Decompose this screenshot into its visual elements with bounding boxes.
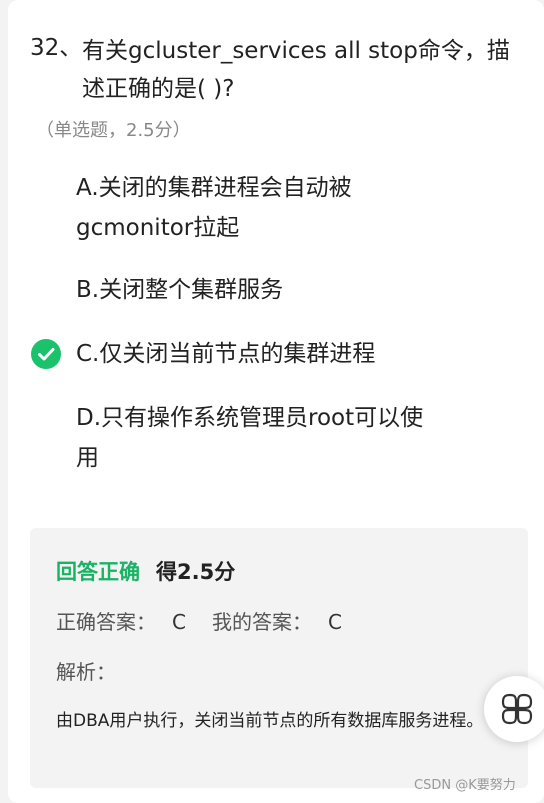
result-score: 得2.5分	[156, 560, 236, 584]
correct-answer-value: C	[172, 610, 186, 634]
my-answer-label: 我的答案：	[211, 610, 312, 634]
option-a[interactable]: A.关闭的集群进程会自动被gcmonitor拉起	[76, 168, 446, 248]
option-c[interactable]: C.仅关闭当前节点的集群进程	[76, 334, 446, 374]
option-d[interactable]: D.只有操作系统管理员root可以使用	[76, 398, 446, 478]
check-circle-icon	[31, 339, 61, 369]
option-d-text: 只有操作系统管理员root可以使用	[76, 405, 424, 471]
option-b-text: 关闭整个集群服务	[99, 277, 284, 303]
my-answer-value: C	[327, 610, 342, 634]
correct-answer-label: 正确答案：	[56, 610, 156, 634]
result-status: 回答正确	[56, 560, 140, 584]
quiz-page: 32、 有关gcluster_services all stop命令，描述正确的…	[0, 0, 544, 803]
option-a-text: 关闭的集群进程会自动被gcmonitor拉起	[76, 175, 352, 241]
answer-row: 正确答案： C 我的答案： C	[56, 606, 342, 635]
option-c-label: C.	[76, 341, 100, 367]
option-a-label: A.	[76, 175, 99, 201]
question-meta: （单选题，2.5分）	[36, 120, 191, 141]
grid-menu-icon	[501, 693, 533, 725]
watermark: CSDN @K要努力	[414, 778, 516, 793]
option-c-text: 仅关闭当前节点的集群进程	[99, 341, 376, 367]
option-b-label: B.	[76, 277, 100, 303]
floating-menu-button[interactable]	[484, 676, 544, 742]
analysis-text: 由DBA用户执行，关闭当前节点的所有数据库服务进程。	[56, 711, 484, 731]
question-number: 32、	[30, 35, 83, 61]
analysis-label: 解析：	[56, 660, 116, 684]
question-text: 有关gcluster_services all stop命令，描述正确的是( )…	[82, 38, 510, 102]
option-b[interactable]: B.关闭整个集群服务	[76, 270, 446, 310]
option-d-label: D.	[76, 405, 102, 431]
